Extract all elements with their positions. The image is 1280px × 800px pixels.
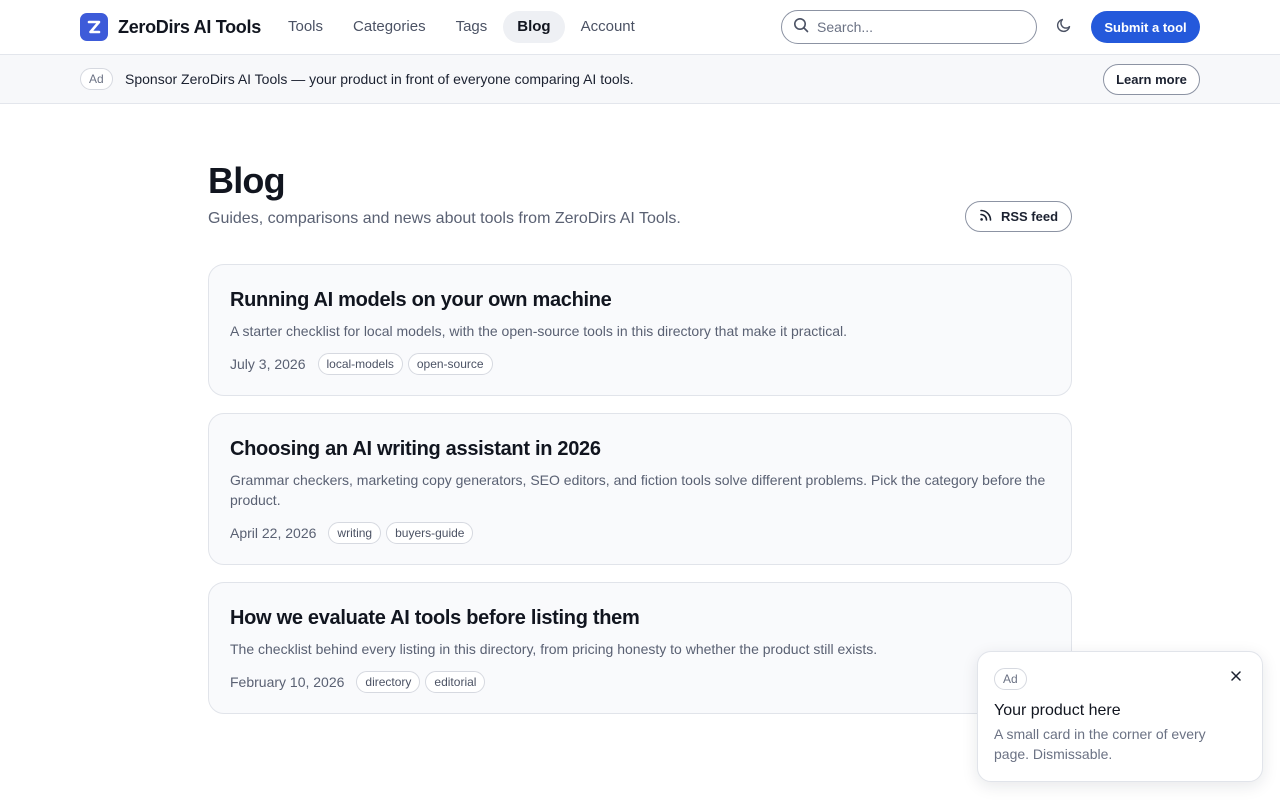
post-excerpt: The checklist behind every listing in th… [230,641,878,657]
blog-main: Blog Guides, comparisons and news about … [208,160,1072,714]
sponsor-text: Sponsor ZeroDirs AI Tools — your product… [125,71,634,87]
close-icon[interactable] [1228,668,1244,684]
post-meta: February 10, 2026 directory editorial [230,671,1051,713]
ad-badge: Ad [994,668,1027,690]
search-box[interactable] [781,10,1037,44]
post-date: April 22, 2026 [230,525,317,541]
post-title[interactable]: Choosing an AI writing assistant in 2026 [230,436,1051,462]
theme-toggle-button[interactable] [1052,14,1076,40]
page-subtitle: Guides, comparisons and news about tools… [208,210,681,227]
post-title[interactable]: Running AI models on your own machine [230,287,1051,313]
sponsor-banner: Ad Sponsor ZeroDirs AI Tools — your prod… [0,55,1280,104]
post-tag[interactable]: writing [328,522,382,544]
nav-categories[interactable]: Categories [339,11,440,43]
logo-icon [80,13,108,41]
learn-more-button[interactable]: Learn more [1103,64,1200,95]
brand-name: ZeroDirs AI Tools [118,16,261,37]
nav-tools[interactable]: Tools [274,11,337,43]
post-date: February 10, 2026 [230,674,345,690]
floating-ad-title: Your product here [994,702,1121,719]
brand-link[interactable]: ZeroDirs AI Tools [80,13,261,41]
post-card[interactable]: Choosing an AI writing assistant in 2026… [208,413,1072,565]
post-card[interactable]: How we evaluate AI tools before listing … [208,582,1072,714]
search-input[interactable] [817,19,1017,35]
floating-ad-body: A small card in the corner of every page… [994,726,1206,762]
submit-tool-button[interactable]: Submit a tool [1091,11,1200,43]
post-tag[interactable]: buyers-guide [386,522,474,544]
post-excerpt: Grammar checkers, marketing copy generat… [230,472,1046,508]
post-tag[interactable]: local-models [317,353,403,375]
moon-icon [1056,17,1072,38]
post-title[interactable]: How we evaluate AI tools before listing … [230,605,1051,631]
nav-account[interactable]: Account [567,11,649,43]
main-nav: Tools Categories Tags Blog Account [274,11,649,43]
search-icon [793,17,809,38]
rss-icon [979,208,993,225]
page-title: Blog [208,160,286,201]
post-date: July 3, 2026 [230,356,306,372]
post-list: Running AI models on your own machine A … [208,264,1072,731]
ad-badge: Ad [80,68,113,90]
post-excerpt: A starter checklist for local models, wi… [230,323,848,339]
floating-ad-card: Ad Your product here A small card in the… [977,651,1263,782]
site-header: ZeroDirs AI Tools Tools Categories Tags … [0,0,1280,55]
post-card[interactable]: Running AI models on your own machine A … [208,264,1072,396]
rss-feed-button[interactable]: RSS feed [965,201,1072,232]
post-tag[interactable]: directory [356,671,421,693]
post-tag[interactable]: open-source [407,353,493,375]
post-meta: April 22, 2026 writing buyers-guide [230,522,1051,564]
rss-feed-label: RSS feed [1000,209,1059,224]
nav-tags[interactable]: Tags [442,11,502,43]
post-meta: July 3, 2026 local-models open-source [230,353,1051,395]
post-tag[interactable]: editorial [425,671,486,693]
nav-blog[interactable]: Blog [503,11,565,43]
